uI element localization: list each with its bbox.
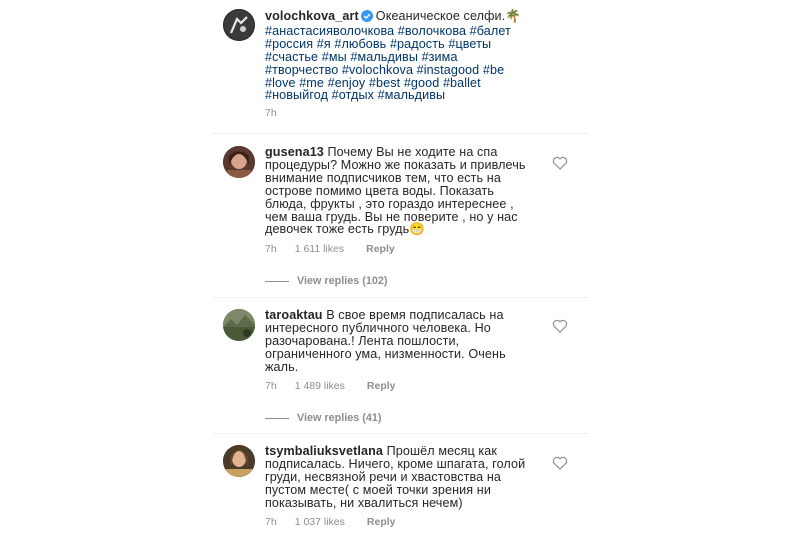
replies-line [265,280,289,282]
caption-text: Океаническое селфи. [375,9,506,23]
replies-line [265,417,289,419]
comment-username[interactable]: tsymbaliuksvetlana [265,444,383,458]
like-heart-icon[interactable] [552,319,568,333]
reply-button[interactable]: Reply [367,380,396,392]
post-meta: 7h [265,107,277,119]
comment-avatar[interactable] [223,309,255,341]
comment-body: gusena13 Почему Вы не ходите на спа проц… [265,146,555,236]
comment-meta: 7h 1 611 likes Reply [265,243,395,255]
view-replies-label: View replies (102) [297,275,388,287]
caption-hashtags[interactable]: #анастасияволочкова #волочкова #балет #р… [265,24,511,103]
comment-likes[interactable]: 1 611 likes [295,243,344,255]
comment-likes[interactable]: 1 037 likes [295,516,345,528]
post-author-avatar[interactable] [223,9,255,41]
reply-button[interactable]: Reply [366,243,395,255]
view-replies-button[interactable]: View replies (102) [265,275,387,287]
comment-body: tsymbaliuksvetlana Прошёл месяц как подп… [265,445,555,510]
palm-tree-emoji: 🌴 [505,9,522,23]
comment-text: Почему Вы не ходите на спа процедуры? Мо… [265,145,526,237]
comment-time: 7h [265,516,277,528]
comment-avatar[interactable] [223,146,255,178]
comment-time: 7h [265,243,277,255]
grin-emoji: 😁 [409,222,426,237]
comment-likes[interactable]: 1 489 likes [295,380,345,392]
post-caption: volochkova_art Океаническое селфи.🌴 #анас… [265,10,585,102]
divider [213,133,589,134]
comment-avatar[interactable] [223,445,255,477]
post-time: 7h [265,107,277,119]
comment-username[interactable]: gusena13 [265,145,324,159]
comment-meta: 7h 1 489 likes Reply [265,380,395,392]
like-heart-icon[interactable] [552,156,568,170]
post-author-username[interactable]: volochkova_art [265,9,359,23]
comment-body: taroaktau В свое время подписалась на ин… [265,309,555,374]
like-heart-icon[interactable] [552,456,568,470]
comments-panel: volochkova_art Океаническое селфи.🌴 #анас… [213,0,589,533]
view-replies-label: View replies (41) [297,412,382,424]
comment-time: 7h [265,380,277,392]
comment-username[interactable]: taroaktau [265,308,323,322]
comment-meta: 7h 1 037 likes Reply [265,516,395,528]
reply-button[interactable]: Reply [367,516,396,528]
verified-badge-icon [360,10,373,25]
divider [213,433,589,434]
view-replies-button[interactable]: View replies (41) [265,412,381,424]
divider [213,297,589,298]
